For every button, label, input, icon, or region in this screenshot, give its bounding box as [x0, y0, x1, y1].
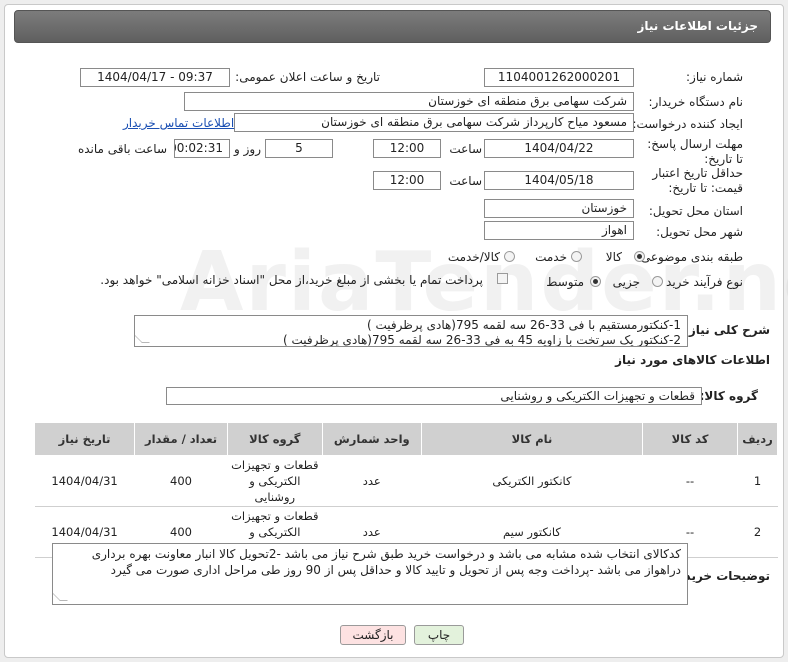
category-option-goods: کالا	[605, 250, 622, 264]
cell-name: کانکتور الکتریکی	[421, 455, 643, 507]
days-remaining-field: 5	[265, 139, 333, 158]
col-header-code: کد کالا	[642, 422, 738, 456]
category-option-goods-service: کالا/خدمت	[447, 250, 500, 264]
time-remaining-label: ساعت باقی مانده	[77, 142, 167, 156]
table-row[interactable]: 1 -- کانکتور الکتریکی عدد قطعات و تجهیزا…	[34, 455, 778, 507]
deadline-date-field: 1404/04/22	[484, 139, 634, 158]
cell-unit: عدد	[322, 455, 422, 507]
col-header-group: گروه کالا	[226, 422, 323, 456]
deadline-label: مهلت ارسال پاسخ: تا تاریخ:	[647, 137, 743, 166]
category-radio-goods[interactable]	[634, 251, 645, 262]
cell-row: 2	[737, 506, 778, 558]
col-header-name: نام کالا	[420, 422, 644, 456]
category-option-service: خدمت	[535, 250, 567, 264]
need-number-field: 1104001262000201	[484, 68, 634, 87]
process-option-minor: جزیی	[612, 275, 640, 289]
deadline-time-field: 12:00	[373, 139, 441, 158]
creator-label: ایجاد کننده درخواست:	[632, 117, 743, 131]
category-radio-service[interactable]	[571, 251, 582, 262]
validity-time-field: 12:00	[373, 171, 441, 190]
buyer-notes-textarea[interactable]: کدکالای انتخاب شده مشابه می باشد و درخوا…	[52, 543, 688, 605]
buyer-label: نام دستگاه خریدار:	[648, 95, 744, 109]
need-number-label: شماره نیاز:	[686, 70, 743, 84]
province-label: استان محل تحویل:	[648, 204, 743, 218]
category-radio-goods-service[interactable]	[504, 251, 515, 262]
cell-group: قطعات و تجهیزات الکتریکی و روشنایی	[227, 455, 323, 507]
city-label: شهر محل تحویل:	[656, 225, 743, 239]
deadline-time-label: ساعت	[449, 142, 482, 156]
items-table: ردیف کد کالا نام کالا واحد شمارش گروه کا…	[33, 422, 779, 558]
page-title: جزئیات اطلاعات نیاز	[637, 19, 758, 33]
back-button[interactable]: بازگشت	[340, 625, 406, 645]
cell-quantity: 400	[134, 455, 228, 507]
page-header: جزئیات اطلاعات نیاز	[14, 10, 771, 43]
process-radio-medium[interactable]	[590, 276, 601, 287]
announce-label: تاریخ و ساعت اعلان عمومی:	[235, 70, 380, 84]
buyer-notes-text: کدکالای انتخاب شده مشابه می باشد و درخوا…	[91, 547, 681, 577]
cell-date: 1404/04/31	[34, 455, 135, 507]
validity-label: حداقل تاریخ اعتبار قیمت: تا تاریخ:	[652, 166, 743, 195]
province-field: خوزستان	[484, 199, 634, 218]
description-label: شرح کلی نیاز:	[684, 323, 770, 337]
announce-datetime-field: 1404/04/17 - 09:37	[80, 68, 230, 87]
city-field: اهواز	[484, 221, 634, 240]
resize-grip-icon[interactable]	[53, 593, 68, 601]
col-header-quantity: تعداد / مقدار	[134, 422, 228, 456]
col-header-unit: واحد شمارش	[321, 422, 422, 456]
days-label: روز و	[234, 142, 261, 156]
process-option-medium: متوسط	[546, 275, 584, 289]
description-line-2: 2-کنکتور یک سرتخت با زاویه 45 به فی 33-2…	[282, 333, 681, 347]
buyer-contact-link[interactable]: اطلاعات تماس خریدار	[123, 116, 234, 130]
process-radio-minor[interactable]	[652, 276, 663, 287]
goods-info-title: اطلاعات کالاهای مورد نیاز	[615, 353, 770, 367]
goods-group-field: قطعات و تجهیزات الکتریکی و روشنایی	[166, 387, 702, 405]
cell-row: 1	[737, 455, 778, 507]
category-label: طبقه بندی موضوعی:	[636, 250, 743, 264]
description-line-1: 1-کنکتورمستقیم با فی 33-26 سه لقمه 795(ه…	[367, 318, 681, 332]
treasury-payment-checkbox[interactable]	[497, 273, 508, 284]
col-header-date: تاریخ نیاز	[33, 422, 136, 456]
col-header-row: ردیف	[736, 422, 779, 456]
creator-field: مسعود میاح کارپرداز شرکت سهامی برق منطقه…	[234, 113, 634, 132]
buyer-field: شرکت سهامی برق منطقه ای خوزستان	[184, 92, 634, 111]
validity-date-field: 1404/05/18	[484, 171, 634, 190]
time-remaining-field: 00:02:31	[174, 139, 230, 158]
items-table-header: ردیف کد کالا نام کالا واحد شمارش گروه کا…	[33, 422, 779, 456]
validity-time-label: ساعت	[449, 174, 482, 188]
description-textarea[interactable]: 1-کنکتورمستقیم با فی 33-26 سه لقمه 795(ه…	[134, 315, 688, 347]
goods-group-label: گروه کالا:	[699, 389, 758, 403]
print-button[interactable]: چاپ	[414, 625, 464, 645]
process-label: نوع فرآیند خرید :	[658, 275, 743, 289]
treasury-payment-note: پرداخت تمام یا بخشی از مبلغ خرید،از محل …	[100, 273, 483, 287]
cell-code: --	[642, 455, 738, 507]
